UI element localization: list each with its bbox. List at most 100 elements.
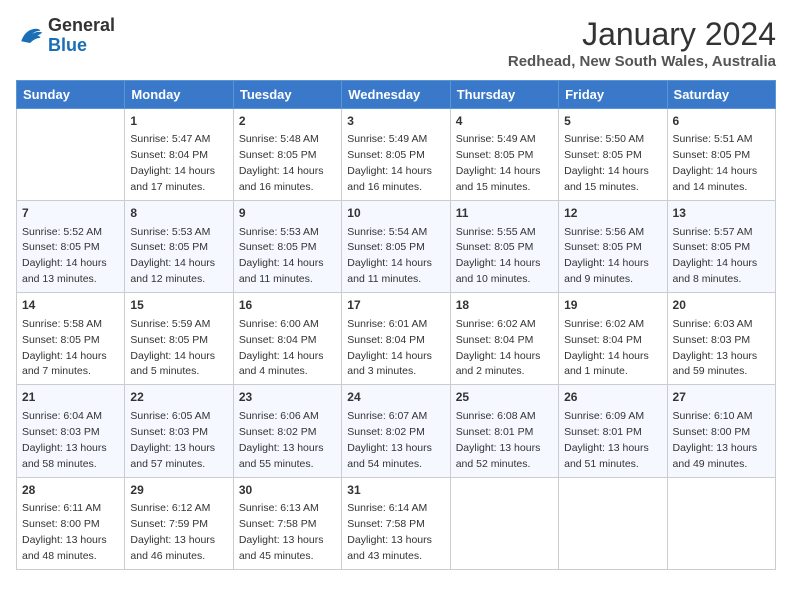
logo-bird-icon (16, 22, 44, 50)
day-info: Sunrise: 6:08 AM Sunset: 8:01 PM Dayligh… (456, 410, 541, 470)
day-number: 6 (673, 113, 770, 130)
day-number: 7 (22, 205, 119, 222)
day-info: Sunrise: 6:11 AM Sunset: 8:00 PM Dayligh… (22, 502, 107, 562)
day-number: 18 (456, 297, 553, 314)
day-number: 5 (564, 113, 661, 130)
calendar-cell: 13 Sunrise: 5:57 AM Sunset: 8:05 PM Dayli… (667, 201, 775, 293)
day-number: 12 (564, 205, 661, 222)
day-info: Sunrise: 5:49 AM Sunset: 8:05 PM Dayligh… (347, 133, 432, 193)
day-info: Sunrise: 6:01 AM Sunset: 8:04 PM Dayligh… (347, 318, 432, 378)
day-number: 29 (130, 482, 227, 499)
day-info: Sunrise: 5:48 AM Sunset: 8:05 PM Dayligh… (239, 133, 324, 193)
calendar-cell: 19 Sunrise: 6:02 AM Sunset: 8:04 PM Dayli… (559, 293, 667, 385)
calendar-cell: 16 Sunrise: 6:00 AM Sunset: 8:04 PM Dayli… (233, 293, 341, 385)
calendar-cell: 14 Sunrise: 5:58 AM Sunset: 8:05 PM Dayli… (17, 293, 125, 385)
day-info: Sunrise: 6:02 AM Sunset: 8:04 PM Dayligh… (456, 318, 541, 378)
calendar-week-row: 21 Sunrise: 6:04 AM Sunset: 8:03 PM Dayli… (17, 385, 776, 477)
day-info: Sunrise: 6:07 AM Sunset: 8:02 PM Dayligh… (347, 410, 432, 470)
weekday-header-sunday: Sunday (17, 81, 125, 109)
day-number: 15 (130, 297, 227, 314)
calendar-week-row: 14 Sunrise: 5:58 AM Sunset: 8:05 PM Dayli… (17, 293, 776, 385)
calendar-cell: 18 Sunrise: 6:02 AM Sunset: 8:04 PM Dayli… (450, 293, 558, 385)
calendar-cell: 9 Sunrise: 5:53 AM Sunset: 8:05 PM Daylig… (233, 201, 341, 293)
day-number: 8 (130, 205, 227, 222)
day-info: Sunrise: 5:50 AM Sunset: 8:05 PM Dayligh… (564, 133, 649, 193)
title-block: January 2024 Redhead, New South Wales, A… (508, 16, 776, 70)
calendar-cell (667, 477, 775, 569)
calendar-cell: 3Sunrise: 5:49 AM Sunset: 8:05 PM Daylig… (342, 109, 450, 201)
day-number: 22 (130, 389, 227, 406)
day-number: 2 (239, 113, 336, 130)
day-info: Sunrise: 5:53 AM Sunset: 8:05 PM Dayligh… (239, 226, 324, 286)
day-info: Sunrise: 6:13 AM Sunset: 7:58 PM Dayligh… (239, 502, 324, 562)
calendar-cell: 20Sunrise: 6:03 AM Sunset: 8:03 PM Dayli… (667, 293, 775, 385)
weekday-header-tuesday: Tuesday (233, 81, 341, 109)
calendar-cell: 26Sunrise: 6:09 AM Sunset: 8:01 PM Dayli… (559, 385, 667, 477)
day-info: Sunrise: 5:57 AM Sunset: 8:05 PM Dayligh… (673, 226, 758, 286)
calendar-cell: 5 Sunrise: 5:50 AM Sunset: 8:05 PM Daylig… (559, 109, 667, 201)
logo-text: General Blue (48, 16, 115, 56)
calendar-cell: 1Sunrise: 5:47 AM Sunset: 8:04 PM Daylig… (125, 109, 233, 201)
day-info: Sunrise: 6:14 AM Sunset: 7:58 PM Dayligh… (347, 502, 432, 562)
location: Redhead, New South Wales, Australia (508, 53, 776, 70)
calendar-cell: 21 Sunrise: 6:04 AM Sunset: 8:03 PM Dayli… (17, 385, 125, 477)
calendar-cell: 24 Sunrise: 6:07 AM Sunset: 8:02 PM Dayli… (342, 385, 450, 477)
calendar-cell: 22Sunrise: 6:05 AM Sunset: 8:03 PM Dayli… (125, 385, 233, 477)
weekday-header-saturday: Saturday (667, 81, 775, 109)
calendar-cell: 10Sunrise: 5:54 AM Sunset: 8:05 PM Dayli… (342, 201, 450, 293)
calendar-cell: 17Sunrise: 6:01 AM Sunset: 8:04 PM Dayli… (342, 293, 450, 385)
logo: General Blue (16, 16, 115, 56)
day-number: 4 (456, 113, 553, 130)
calendar-cell (450, 477, 558, 569)
calendar-week-row: 28 Sunrise: 6:11 AM Sunset: 8:00 PM Dayli… (17, 477, 776, 569)
day-info: Sunrise: 5:47 AM Sunset: 8:04 PM Dayligh… (130, 133, 215, 193)
day-info: Sunrise: 6:03 AM Sunset: 8:03 PM Dayligh… (673, 318, 758, 378)
day-info: Sunrise: 5:58 AM Sunset: 8:05 PM Dayligh… (22, 318, 107, 378)
weekday-header-wednesday: Wednesday (342, 81, 450, 109)
weekday-header-friday: Friday (559, 81, 667, 109)
calendar-cell: 30 Sunrise: 6:13 AM Sunset: 7:58 PM Dayli… (233, 477, 341, 569)
day-info: Sunrise: 6:02 AM Sunset: 8:04 PM Dayligh… (564, 318, 649, 378)
day-info: Sunrise: 5:54 AM Sunset: 8:05 PM Dayligh… (347, 226, 432, 286)
day-number: 24 (347, 389, 444, 406)
day-number: 14 (22, 297, 119, 314)
day-info: Sunrise: 5:59 AM Sunset: 8:05 PM Dayligh… (130, 318, 215, 378)
calendar-cell: 12 Sunrise: 5:56 AM Sunset: 8:05 PM Dayli… (559, 201, 667, 293)
calendar-week-row: 7 Sunrise: 5:52 AM Sunset: 8:05 PM Daylig… (17, 201, 776, 293)
weekday-header-monday: Monday (125, 81, 233, 109)
day-number: 28 (22, 482, 119, 499)
calendar-header-row: SundayMondayTuesdayWednesdayThursdayFrid… (17, 81, 776, 109)
day-info: Sunrise: 6:10 AM Sunset: 8:00 PM Dayligh… (673, 410, 758, 470)
calendar-cell: 25Sunrise: 6:08 AM Sunset: 8:01 PM Dayli… (450, 385, 558, 477)
day-number: 19 (564, 297, 661, 314)
weekday-header-thursday: Thursday (450, 81, 558, 109)
calendar-table: SundayMondayTuesdayWednesdayThursdayFrid… (16, 80, 776, 570)
day-number: 11 (456, 205, 553, 222)
day-info: Sunrise: 6:06 AM Sunset: 8:02 PM Dayligh… (239, 410, 324, 470)
calendar-cell: 23 Sunrise: 6:06 AM Sunset: 8:02 PM Dayli… (233, 385, 341, 477)
day-info: Sunrise: 6:09 AM Sunset: 8:01 PM Dayligh… (564, 410, 649, 470)
day-number: 21 (22, 389, 119, 406)
day-info: Sunrise: 6:12 AM Sunset: 7:59 PM Dayligh… (130, 502, 215, 562)
day-info: Sunrise: 5:55 AM Sunset: 8:05 PM Dayligh… (456, 226, 541, 286)
day-info: Sunrise: 5:49 AM Sunset: 8:05 PM Dayligh… (456, 133, 541, 193)
calendar-cell: 29 Sunrise: 6:12 AM Sunset: 7:59 PM Dayli… (125, 477, 233, 569)
calendar-cell: 6Sunrise: 5:51 AM Sunset: 8:05 PM Daylig… (667, 109, 775, 201)
day-number: 23 (239, 389, 336, 406)
day-number: 27 (673, 389, 770, 406)
day-number: 30 (239, 482, 336, 499)
calendar-week-row: 1Sunrise: 5:47 AM Sunset: 8:04 PM Daylig… (17, 109, 776, 201)
day-info: Sunrise: 5:56 AM Sunset: 8:05 PM Dayligh… (564, 226, 649, 286)
day-number: 13 (673, 205, 770, 222)
day-info: Sunrise: 5:53 AM Sunset: 8:05 PM Dayligh… (130, 226, 215, 286)
day-info: Sunrise: 6:04 AM Sunset: 8:03 PM Dayligh… (22, 410, 107, 470)
calendar-cell: 15 Sunrise: 5:59 AM Sunset: 8:05 PM Dayli… (125, 293, 233, 385)
day-info: Sunrise: 5:52 AM Sunset: 8:05 PM Dayligh… (22, 226, 107, 286)
calendar-cell: 31Sunrise: 6:14 AM Sunset: 7:58 PM Dayli… (342, 477, 450, 569)
day-number: 16 (239, 297, 336, 314)
day-number: 9 (239, 205, 336, 222)
calendar-cell (17, 109, 125, 201)
calendar-cell: 27 Sunrise: 6:10 AM Sunset: 8:00 PM Dayli… (667, 385, 775, 477)
day-info: Sunrise: 6:00 AM Sunset: 8:04 PM Dayligh… (239, 318, 324, 378)
calendar-body: 1Sunrise: 5:47 AM Sunset: 8:04 PM Daylig… (17, 109, 776, 570)
